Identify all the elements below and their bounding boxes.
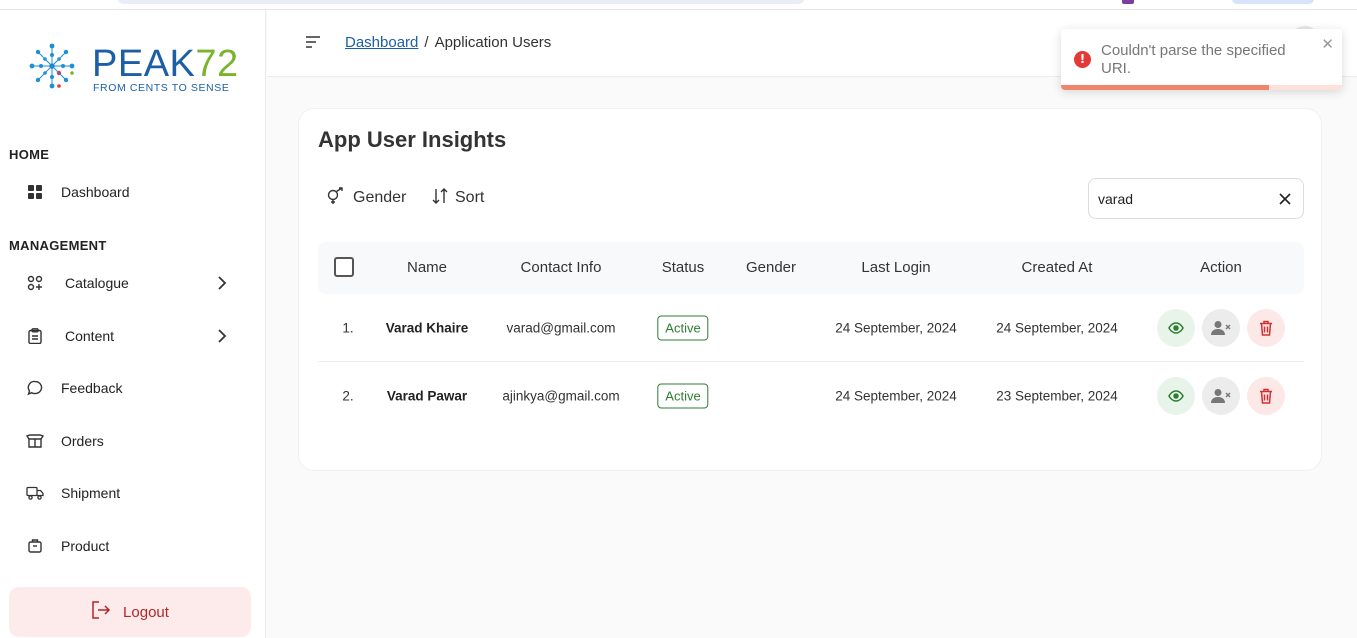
breadcrumb-current: Application Users — [434, 34, 552, 51]
delete-user-button[interactable] — [1247, 377, 1285, 415]
status-badge: Active — [657, 383, 709, 409]
sidebar-item-label: Orders — [61, 433, 104, 449]
table-header: Name Contact Info Status Gender Last Log… — [318, 242, 1304, 294]
user-name: Varad Pawar — [386, 388, 468, 404]
user-insights-card: App User Insights Gender Sort Name Conta… — [298, 108, 1322, 471]
browser-extension-icon[interactable] — [1122, 0, 1134, 4]
block-user-button[interactable] — [1202, 377, 1240, 415]
sidebar-item-dashboard[interactable]: Dashboard — [9, 172, 251, 212]
sidebar-item-label: Catalogue — [65, 275, 129, 291]
column-header-status[interactable]: Status — [662, 259, 705, 276]
open-box-icon — [26, 432, 44, 450]
truck-icon — [26, 484, 44, 502]
sort-button[interactable]: Sort — [432, 186, 484, 210]
last-login: 24 September, 2024 — [835, 388, 957, 404]
clear-search-icon[interactable] — [1275, 189, 1295, 209]
sidebar-item-content[interactable]: Content — [9, 316, 251, 356]
last-login: 24 September, 2024 — [835, 320, 957, 335]
delete-user-button[interactable] — [1247, 309, 1285, 347]
menu-toggle-icon[interactable] — [305, 34, 321, 50]
browser-top-strip — [0, 0, 1357, 10]
column-header-gender[interactable]: Gender — [746, 259, 796, 276]
app-logo[interactable]: PEAK72 FROM CENTS TO SENSE — [28, 40, 238, 100]
logo-name: PEAK — [92, 43, 196, 85]
section-label-home: HOME — [9, 147, 50, 162]
logo-wordmark: PEAK72 — [92, 44, 239, 84]
search-field[interactable] — [1088, 178, 1304, 219]
browser-profile-button[interactable] — [1232, 0, 1314, 4]
sidebar: PEAK72 FROM CENTS TO SENSE HOME Dashboar… — [0, 10, 266, 638]
chat-bubble-icon — [26, 379, 44, 397]
table-row: 1. Varad Khaire varad@gmail.com Active 2… — [318, 294, 1304, 362]
error-toast: ! Couldn't parse the specified URI. ✕ — [1061, 29, 1342, 90]
sidebar-item-label: Content — [65, 328, 115, 344]
block-user-button[interactable] — [1202, 309, 1240, 347]
column-header-contact[interactable]: Contact Info — [521, 259, 602, 276]
eye-icon — [1168, 390, 1184, 402]
sort-icon — [432, 187, 448, 209]
catalogue-icon — [26, 274, 44, 292]
breadcrumb-separator: / — [424, 34, 429, 51]
section-label-management: MANAGEMENT — [9, 238, 107, 253]
clipboard-icon — [26, 327, 44, 345]
row-index: 1. — [342, 320, 354, 335]
gender-filter-button[interactable]: Gender — [326, 186, 406, 210]
toast-progress-bar — [1061, 85, 1269, 90]
logout-button[interactable]: Logout — [9, 587, 251, 637]
column-header-last-login[interactable]: Last Login — [861, 259, 930, 276]
breadcrumb: Dashboard / Application Users — [345, 34, 551, 51]
logout-icon — [91, 601, 111, 623]
chevron-right-icon — [217, 328, 227, 348]
column-header-created-at[interactable]: Created At — [1022, 259, 1093, 276]
close-icon[interactable]: ✕ — [1321, 35, 1334, 53]
gender-filter-label: Gender — [353, 189, 407, 206]
breadcrumb-link-dashboard[interactable]: Dashboard — [345, 34, 418, 51]
sidebar-item-feedback[interactable]: Feedback — [9, 368, 251, 408]
view-user-button[interactable] — [1157, 309, 1195, 347]
chevron-right-icon — [217, 275, 227, 295]
column-header-action: Action — [1200, 259, 1242, 276]
select-all-checkbox[interactable] — [334, 257, 354, 277]
view-user-button[interactable] — [1157, 377, 1195, 415]
table-row: 2. Varad Pawar ajinkya@gmail.com Active … — [318, 362, 1304, 430]
sort-label: Sort — [455, 189, 485, 206]
package-icon — [26, 537, 44, 555]
logo-tagline: FROM CENTS TO SENSE — [93, 82, 230, 94]
eye-icon — [1168, 322, 1184, 334]
search-input[interactable] — [1098, 189, 1268, 209]
status-badge: Active — [657, 315, 709, 340]
trash-icon — [1260, 388, 1272, 404]
column-header-name[interactable]: Name — [407, 259, 447, 276]
user-name: Varad Khaire — [385, 320, 469, 335]
grid-icon — [26, 183, 44, 201]
user-email: ajinkya@gmail.com — [502, 388, 620, 404]
sidebar-item-label: Feedback — [61, 380, 123, 396]
toast-message: Couldn't parse the specified URI. — [1101, 42, 1286, 77]
user-remove-icon — [1211, 389, 1231, 403]
sidebar-item-label: Product — [61, 538, 110, 554]
logo-mark-icon — [29, 43, 75, 89]
sidebar-item-catalogue[interactable]: Catalogue — [9, 263, 251, 303]
logout-label: Logout — [123, 603, 169, 621]
sidebar-item-label: Dashboard — [61, 184, 130, 200]
user-email: varad@gmail.com — [506, 320, 616, 335]
sidebar-item-label: Shipment — [61, 485, 121, 501]
page-title: App User Insights — [318, 127, 507, 152]
browser-address-bar[interactable] — [118, 0, 804, 4]
gender-icon — [326, 187, 346, 209]
sidebar-item-shipment[interactable]: Shipment — [9, 473, 251, 513]
user-remove-icon — [1211, 321, 1231, 335]
sidebar-item-product[interactable]: Product — [9, 526, 251, 566]
error-icon: ! — [1074, 51, 1091, 68]
created-at: 24 September, 2024 — [996, 320, 1118, 335]
sidebar-item-orders[interactable]: Orders — [9, 421, 251, 461]
trash-icon — [1260, 320, 1272, 336]
created-at: 23 September, 2024 — [996, 388, 1118, 404]
logo-number: 72 — [195, 43, 239, 85]
row-index: 2. — [342, 388, 354, 404]
